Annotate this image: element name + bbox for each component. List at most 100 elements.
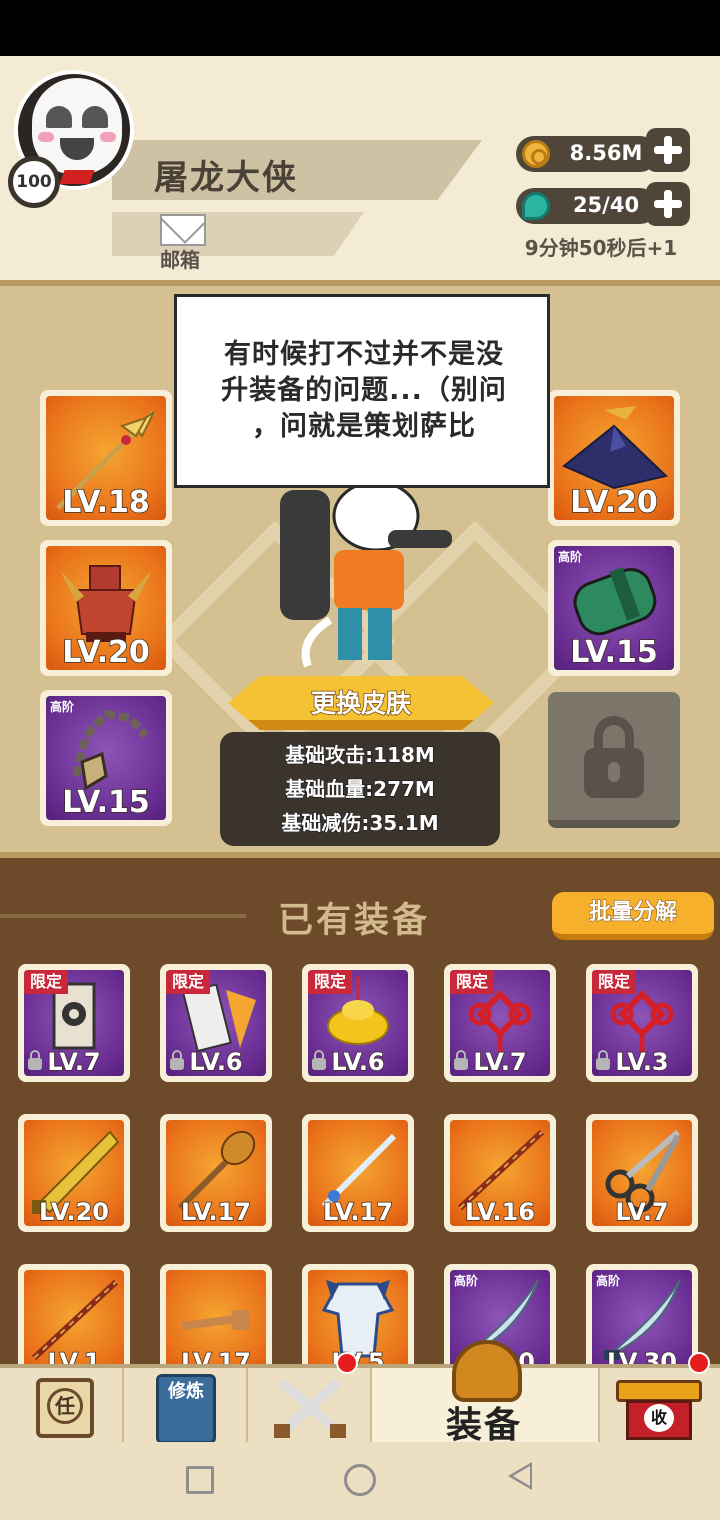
mail-label[interactable]: 邮箱 <box>160 244 200 273</box>
speech-line: 升装备的问题...（别问 <box>221 375 507 406</box>
hat-frame: LV.20 <box>554 396 674 520</box>
shop-notification-dot <box>688 1352 710 1374</box>
card-frame: LV.16 <box>450 1120 550 1226</box>
add-gold-button[interactable] <box>646 128 690 172</box>
slot-level: LV.18 <box>62 484 151 520</box>
add-stamina-button[interactable] <box>646 182 690 226</box>
owned-equipment-card[interactable]: 高阶 LV.30 <box>586 1264 698 1364</box>
owned-equipment-card[interactable]: LV.7 <box>586 1114 698 1232</box>
recent-apps-button[interactable] <box>186 1466 214 1494</box>
nav-tab-label: 收 <box>644 1404 674 1432</box>
owned-equipment-card[interactable]: LV.16 <box>444 1114 556 1232</box>
shop-pavilion-icon: 收 <box>616 1380 702 1442</box>
owned-equipment-title: 已有装备 <box>278 901 431 941</box>
owned-equipment-card[interactable]: 限定 LV.6 <box>302 964 414 1082</box>
player-name: 屠龙大侠 <box>154 158 298 198</box>
owned-equipment-card[interactable]: LV.20 <box>18 1114 130 1232</box>
limited-tag: 限定 <box>450 970 495 994</box>
card-frame: 限定 LV.6 <box>166 970 266 1076</box>
avatar-blush-left <box>38 132 54 142</box>
status-bar <box>0 0 720 56</box>
base-stats-panel: 基础攻击:118M 基础血量:277M 基础减伤:35.1M <box>220 732 500 846</box>
card-level: LV.30 <box>606 1347 677 1364</box>
card-level: LV.1 <box>47 1347 102 1364</box>
nav-tab-equipment[interactable]: 装备 <box>372 1340 600 1446</box>
armor-frame: LV.20 <box>46 546 166 670</box>
bottom-nav: 任 修炼 装备 收 <box>0 1340 720 1446</box>
slot-level: LV.20 <box>62 634 151 670</box>
section-divider <box>0 914 246 918</box>
system-nav-bar <box>0 1442 720 1520</box>
avatar-blush-right <box>100 132 116 142</box>
card-level: LV.7 <box>47 1047 102 1076</box>
card-level: LV.6 <box>331 1047 386 1076</box>
battle-notification-dot <box>336 1352 358 1374</box>
owned-equipment-card[interactable]: 限定 LV.6 <box>160 964 272 1082</box>
owned-equipment-card[interactable]: LV.5 <box>302 1264 414 1364</box>
avatar-eye-right <box>82 106 108 128</box>
change-skin-button[interactable]: 更换皮肤 <box>228 676 494 730</box>
nav-tab-training[interactable]: 修炼 <box>124 1368 248 1446</box>
nav-tab-shop[interactable]: 收 <box>600 1368 720 1446</box>
base-attack: 基础攻击:118M <box>285 743 436 768</box>
limited-tag: 限定 <box>24 970 69 994</box>
limited-tag: 限定 <box>308 970 353 994</box>
tier-tag: 高阶 <box>50 700 75 714</box>
stamina-value: 25/40 <box>572 193 640 217</box>
avatar-scarf <box>59 170 95 184</box>
helmet-icon <box>452 1340 522 1402</box>
slot-level: LV.15 <box>570 634 659 670</box>
avatar-eye-left <box>46 106 72 128</box>
card-level: LV.6 <box>189 1047 244 1076</box>
equip-slot-armor[interactable]: LV.20 <box>40 540 172 676</box>
equip-slot-necklace[interactable]: 高阶 LV.15 <box>40 690 172 826</box>
equip-slot-bracer[interactable]: 高阶 LV.15 <box>548 540 680 676</box>
card-level: LV.5 <box>331 1347 386 1364</box>
base-damage-reduction: 基础减伤:35.1M <box>281 811 439 836</box>
tier-tag: 高阶 <box>596 1274 621 1288</box>
owned-equipment-card[interactable]: LV.17 <box>302 1114 414 1232</box>
equip-slot-weapon[interactable]: LV.18 <box>40 390 172 526</box>
card-frame: LV.1 <box>24 1270 124 1364</box>
card-level: LV.20 <box>38 1197 109 1226</box>
owned-equipment-card[interactable]: LV.1 <box>18 1264 130 1364</box>
bulk-dismantle-button[interactable]: 批量分解 <box>552 892 714 940</box>
card-level: LV.17 <box>322 1197 393 1226</box>
card-frame: 限定 LV.3 <box>592 970 692 1076</box>
locked-equip-slot[interactable] <box>548 692 680 828</box>
card-frame: 限定 LV.7 <box>24 970 124 1076</box>
stamina-gem-icon <box>522 192 550 220</box>
card-level: LV.3 <box>615 1047 670 1076</box>
speech-line: ，问就是策划萨比 <box>252 411 476 442</box>
back-button[interactable] <box>508 1462 532 1490</box>
equip-slot-hat[interactable]: LV.20 <box>548 390 680 526</box>
tier-tag: 高阶 <box>454 1274 479 1288</box>
owned-equipment-card[interactable]: LV.17 <box>160 1114 272 1232</box>
mail-icon[interactable] <box>160 214 206 246</box>
card-level: LV.17 <box>180 1197 251 1226</box>
nav-tab-tasks[interactable]: 任 <box>0 1368 124 1446</box>
gold-value: 8.56M <box>569 141 643 165</box>
coin-icon <box>522 140 550 168</box>
card-frame: LV.17 <box>308 1120 408 1226</box>
owned-equipment-card[interactable]: 限定 LV.7 <box>444 964 556 1082</box>
tier-tag: 高阶 <box>558 550 583 564</box>
card-level: LV.7 <box>473 1047 528 1076</box>
card-frame: LV.17 <box>166 1270 266 1364</box>
card-frame: LV.17 <box>166 1120 266 1226</box>
card-frame: LV.7 <box>592 1120 692 1226</box>
owned-equipment-card[interactable]: 限定 LV.7 <box>18 964 130 1082</box>
owned-equipment-card[interactable]: 限定 LV.3 <box>586 964 698 1082</box>
card-level: LV.16 <box>464 1197 535 1226</box>
nav-tab-label: 装备 <box>446 1405 523 1446</box>
necklace-frame: 高阶 LV.15 <box>46 696 166 820</box>
home-button[interactable] <box>344 1464 376 1496</box>
hero-character <box>280 480 452 668</box>
mail-banner <box>112 212 364 256</box>
owned-equipment-section: 已有装备 批量分解 限定 LV.7 限定 LV.6 限定 LV.6 限定 LV.7 限定 LV.3… <box>0 858 720 1364</box>
owned-equipment-card[interactable]: LV.17 <box>160 1264 272 1364</box>
limited-tag: 限定 <box>592 970 637 994</box>
card-frame: LV.20 <box>24 1120 124 1226</box>
nav-tab-battle[interactable] <box>248 1368 372 1446</box>
stamina-timer: 9分钟50秒后+1 <box>524 236 678 260</box>
